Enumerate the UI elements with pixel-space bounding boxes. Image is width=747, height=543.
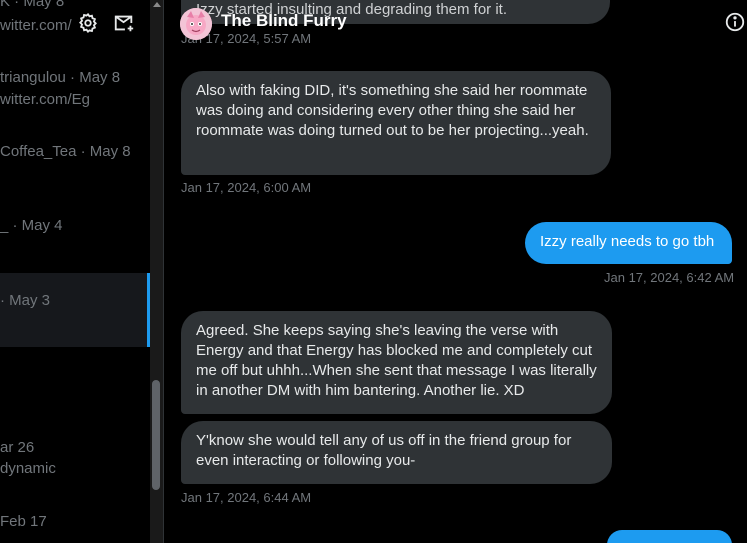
message-bubble-incoming: Also with faking DID, it's something she… bbox=[181, 71, 611, 175]
conversation-meta: triangulou · May 8 bbox=[0, 69, 121, 86]
conversation-item[interactable]: Coffea_Tea · May 8 bbox=[0, 142, 150, 182]
conversation-meta: · May 3 bbox=[0, 292, 51, 309]
gear-icon[interactable] bbox=[77, 12, 99, 34]
conversation-meta: K · May 8 bbox=[0, 0, 65, 10]
new-message-icon[interactable] bbox=[113, 12, 135, 34]
scroll-up-arrow-icon[interactable] bbox=[153, 2, 161, 7]
message-text: Agreed. She keeps saying she's leaving t… bbox=[196, 322, 597, 399]
conversation-item-selected[interactable]: · May 3 bbox=[0, 273, 150, 347]
message-timestamp: Jan 17, 2024, 6:44 AM bbox=[181, 490, 312, 505]
conversation-item[interactable]: _ · May 4 bbox=[0, 216, 150, 256]
avatar[interactable] bbox=[180, 8, 212, 40]
conversation-meta: Coffea_Tea · May 8 bbox=[0, 143, 131, 160]
conversation-meta: ar 26 bbox=[0, 439, 35, 456]
chat-panel: Izzy started insulting and degrading the… bbox=[165, 0, 747, 543]
message-timestamp: Jan 17, 2024, 6:42 AM bbox=[604, 270, 735, 285]
conversation-preview: witter.com/ bbox=[0, 17, 72, 34]
message-bubble-outgoing: Izzy really needs to go tbh bbox=[525, 222, 732, 264]
message-text: Also with faking DID, it's something she… bbox=[196, 82, 589, 139]
contact-name[interactable]: The Blind Furry bbox=[221, 11, 347, 31]
conversation-meta: _ · May 4 bbox=[0, 217, 63, 234]
conversation-item[interactable]: triangulou · May 8 witter.com/Eg bbox=[0, 68, 150, 128]
conversation-list: K · May 8 witter.com/ triangulou · May 8… bbox=[0, 0, 150, 543]
message-timestamp: Jan 17, 2024, 6:00 AM bbox=[181, 180, 312, 195]
message-bubble-incoming: Agreed. She keeps saying she's leaving t… bbox=[181, 311, 612, 414]
message-text: Izzy really needs to go tbh bbox=[540, 233, 715, 250]
conversation-preview: dynamic bbox=[0, 460, 56, 477]
conversation-preview: witter.com/Eg bbox=[0, 91, 91, 108]
info-icon[interactable] bbox=[724, 11, 746, 33]
conversation-item[interactable]: Feb 17 bbox=[0, 512, 150, 542]
conversation-meta: Feb 17 bbox=[0, 513, 47, 530]
message-text: Y'know she would tell any of us off in t… bbox=[196, 432, 572, 469]
message-bubble-incoming: Y'know she would tell any of us off in t… bbox=[181, 421, 612, 484]
scrollbar-thumb[interactable] bbox=[152, 380, 160, 490]
message-bubble-outgoing-partial bbox=[607, 530, 732, 543]
conversation-item[interactable]: ar 26 dynamic bbox=[0, 438, 150, 488]
